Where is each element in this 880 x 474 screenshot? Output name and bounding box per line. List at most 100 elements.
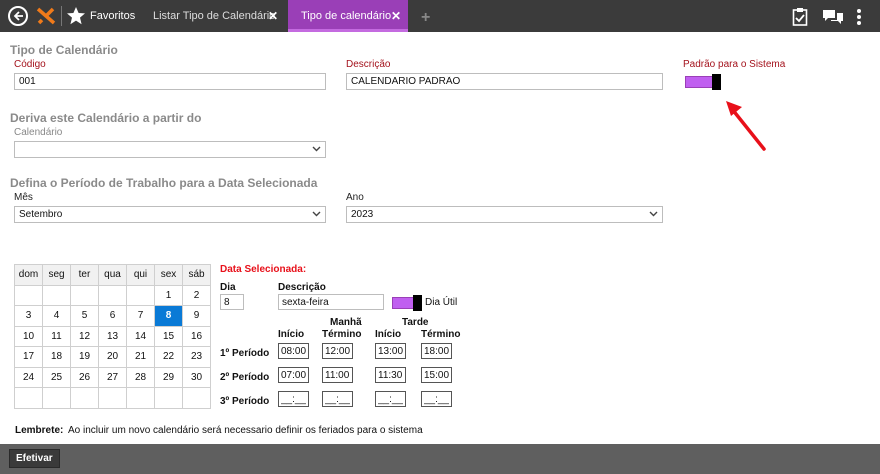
day-cell[interactable]: 16 [182, 325, 211, 347]
day-cell[interactable]: 17 [14, 346, 43, 368]
day-cell [126, 387, 155, 409]
codigo-input[interactable] [14, 73, 326, 90]
periodo-2-tarde-termino[interactable] [421, 367, 452, 383]
day-cell[interactable]: 19 [70, 346, 99, 368]
back-icon[interactable] [8, 6, 28, 26]
descricao-dia-input[interactable] [278, 294, 384, 310]
day-cell[interactable]: 14 [126, 325, 155, 347]
dia-input[interactable] [220, 294, 244, 310]
periodo-2-tarde-inicio[interactable] [375, 367, 406, 383]
day-cell[interactable]: 10 [14, 325, 43, 347]
day-cell[interactable]: 27 [98, 366, 127, 388]
ano-value: 2023 [351, 209, 374, 220]
day-cell [98, 387, 127, 409]
weekday-cell: dom [14, 264, 43, 286]
descricao-input[interactable] [346, 73, 663, 90]
chat-icon[interactable] [822, 9, 844, 28]
efetivar-button[interactable]: Efetivar [9, 449, 60, 468]
day-cell[interactable]: 13 [98, 325, 127, 347]
section-title-tipo: Tipo de Calendário [10, 43, 118, 57]
day-cell[interactable]: 18 [42, 346, 71, 368]
padrao-sistema-toggle[interactable] [685, 74, 721, 90]
periodo-2-manha-termino[interactable] [322, 367, 353, 383]
day-cell[interactable]: 15 [154, 325, 183, 347]
chevron-down-icon [649, 209, 658, 221]
day-cell[interactable]: 2 [182, 284, 211, 306]
day-cell[interactable]: 22 [154, 346, 183, 368]
day-cell-selected[interactable]: 8 [154, 305, 183, 327]
day-cell[interactable]: 3 [14, 305, 43, 327]
day-cell[interactable]: 7 [126, 305, 155, 327]
weekday-cell: sáb [182, 264, 211, 286]
periodo-3-label: 3º Período [220, 396, 270, 407]
calendario-label: Calendário [14, 127, 63, 138]
day-cell[interactable]: 25 [42, 366, 71, 388]
day-cell[interactable]: 30 [182, 366, 211, 388]
month-calendar: dom seg ter qua qui sex sáb 1 2 3 4 5 6 … [14, 264, 211, 409]
day-cell[interactable]: 11 [42, 325, 71, 347]
day-cell [70, 284, 99, 306]
add-tab-icon[interactable]: + [421, 9, 430, 27]
lembrete-label: Lembrete: [15, 425, 64, 436]
ano-select[interactable]: 2023 [346, 206, 663, 223]
close-icon[interactable]: ✕ [268, 9, 278, 23]
padrao-sistema-label: Padrão para o Sistema [683, 59, 786, 70]
day-cell[interactable]: 5 [70, 305, 99, 327]
calendar-week: 17 18 19 20 21 22 23 [14, 346, 211, 368]
day-cell [154, 387, 183, 409]
periodo-1-manha-termino[interactable] [322, 343, 353, 359]
day-cell[interactable]: 29 [154, 366, 183, 388]
weekday-header: dom seg ter qua qui sex sáb [14, 264, 211, 286]
periodo-3-tarde-inicio[interactable] [375, 391, 406, 407]
section-title-periodo: Defina o Período de Trabalho para a Data… [10, 176, 318, 190]
divider [61, 6, 62, 26]
dia-util-toggle[interactable] [392, 295, 422, 311]
day-cell[interactable]: 28 [126, 366, 155, 388]
day-cell[interactable]: 26 [70, 366, 99, 388]
day-cell [14, 284, 43, 306]
dia-util-label: Dia Útil [425, 297, 458, 308]
tarde-label: Tarde [402, 317, 429, 328]
periodo-1-tarde-inicio[interactable] [375, 343, 406, 359]
annotation-arrow-icon [726, 101, 766, 151]
tarde-termino-label: Término [421, 329, 461, 340]
day-cell[interactable]: 9 [182, 305, 211, 327]
codigo-label: Código [14, 59, 46, 70]
day-cell[interactable]: 1 [154, 284, 183, 306]
periodo-1-tarde-termino[interactable] [421, 343, 452, 359]
favorites-link[interactable]: Favoritos [90, 10, 135, 22]
day-cell[interactable]: 6 [98, 305, 127, 327]
star-icon[interactable] [66, 6, 86, 29]
descricao-dia-label: Descrição [278, 282, 326, 293]
ano-label: Ano [346, 192, 364, 203]
tab-tipo-calendario[interactable]: Tipo de calendário ✕ [288, 0, 408, 32]
mes-select[interactable]: Setembro [14, 206, 326, 223]
periodo-1-manha-inicio[interactable] [278, 343, 309, 359]
calendar-week: 10 11 12 13 14 15 16 [14, 325, 211, 347]
periodo-3-manha-inicio[interactable] [278, 391, 309, 407]
calendar-week: 3 4 5 6 7 8 9 [14, 305, 211, 327]
tab-listar-tipo-calendario[interactable]: Listar Tipo de Calendário ✕ [140, 0, 288, 32]
periodo-3-manha-termino[interactable] [322, 391, 353, 407]
day-cell[interactable]: 23 [182, 346, 211, 368]
calendario-select[interactable] [14, 141, 326, 158]
periodo-2-manha-inicio[interactable] [278, 367, 309, 383]
day-cell[interactable]: 12 [70, 325, 99, 347]
day-cell[interactable]: 21 [126, 346, 155, 368]
close-icon[interactable]: ✕ [391, 9, 401, 23]
manha-label: Manhã [330, 317, 362, 328]
weekday-cell: seg [42, 264, 71, 286]
day-cell[interactable]: 20 [98, 346, 127, 368]
toggle-knob [712, 74, 721, 90]
data-selecionada-title: Data Selecionada: [220, 264, 307, 275]
day-cell[interactable]: 4 [42, 305, 71, 327]
day-cell[interactable]: 24 [14, 366, 43, 388]
mes-value: Setembro [19, 209, 63, 220]
day-cell [42, 387, 71, 409]
day-cell [126, 284, 155, 306]
more-vertical-icon[interactable] [856, 8, 862, 29]
clipboard-check-icon[interactable] [792, 7, 808, 29]
app-logo-icon [36, 6, 56, 29]
calendar-week: 24 25 26 27 28 29 30 [14, 366, 211, 388]
periodo-3-tarde-termino[interactable] [421, 391, 452, 407]
